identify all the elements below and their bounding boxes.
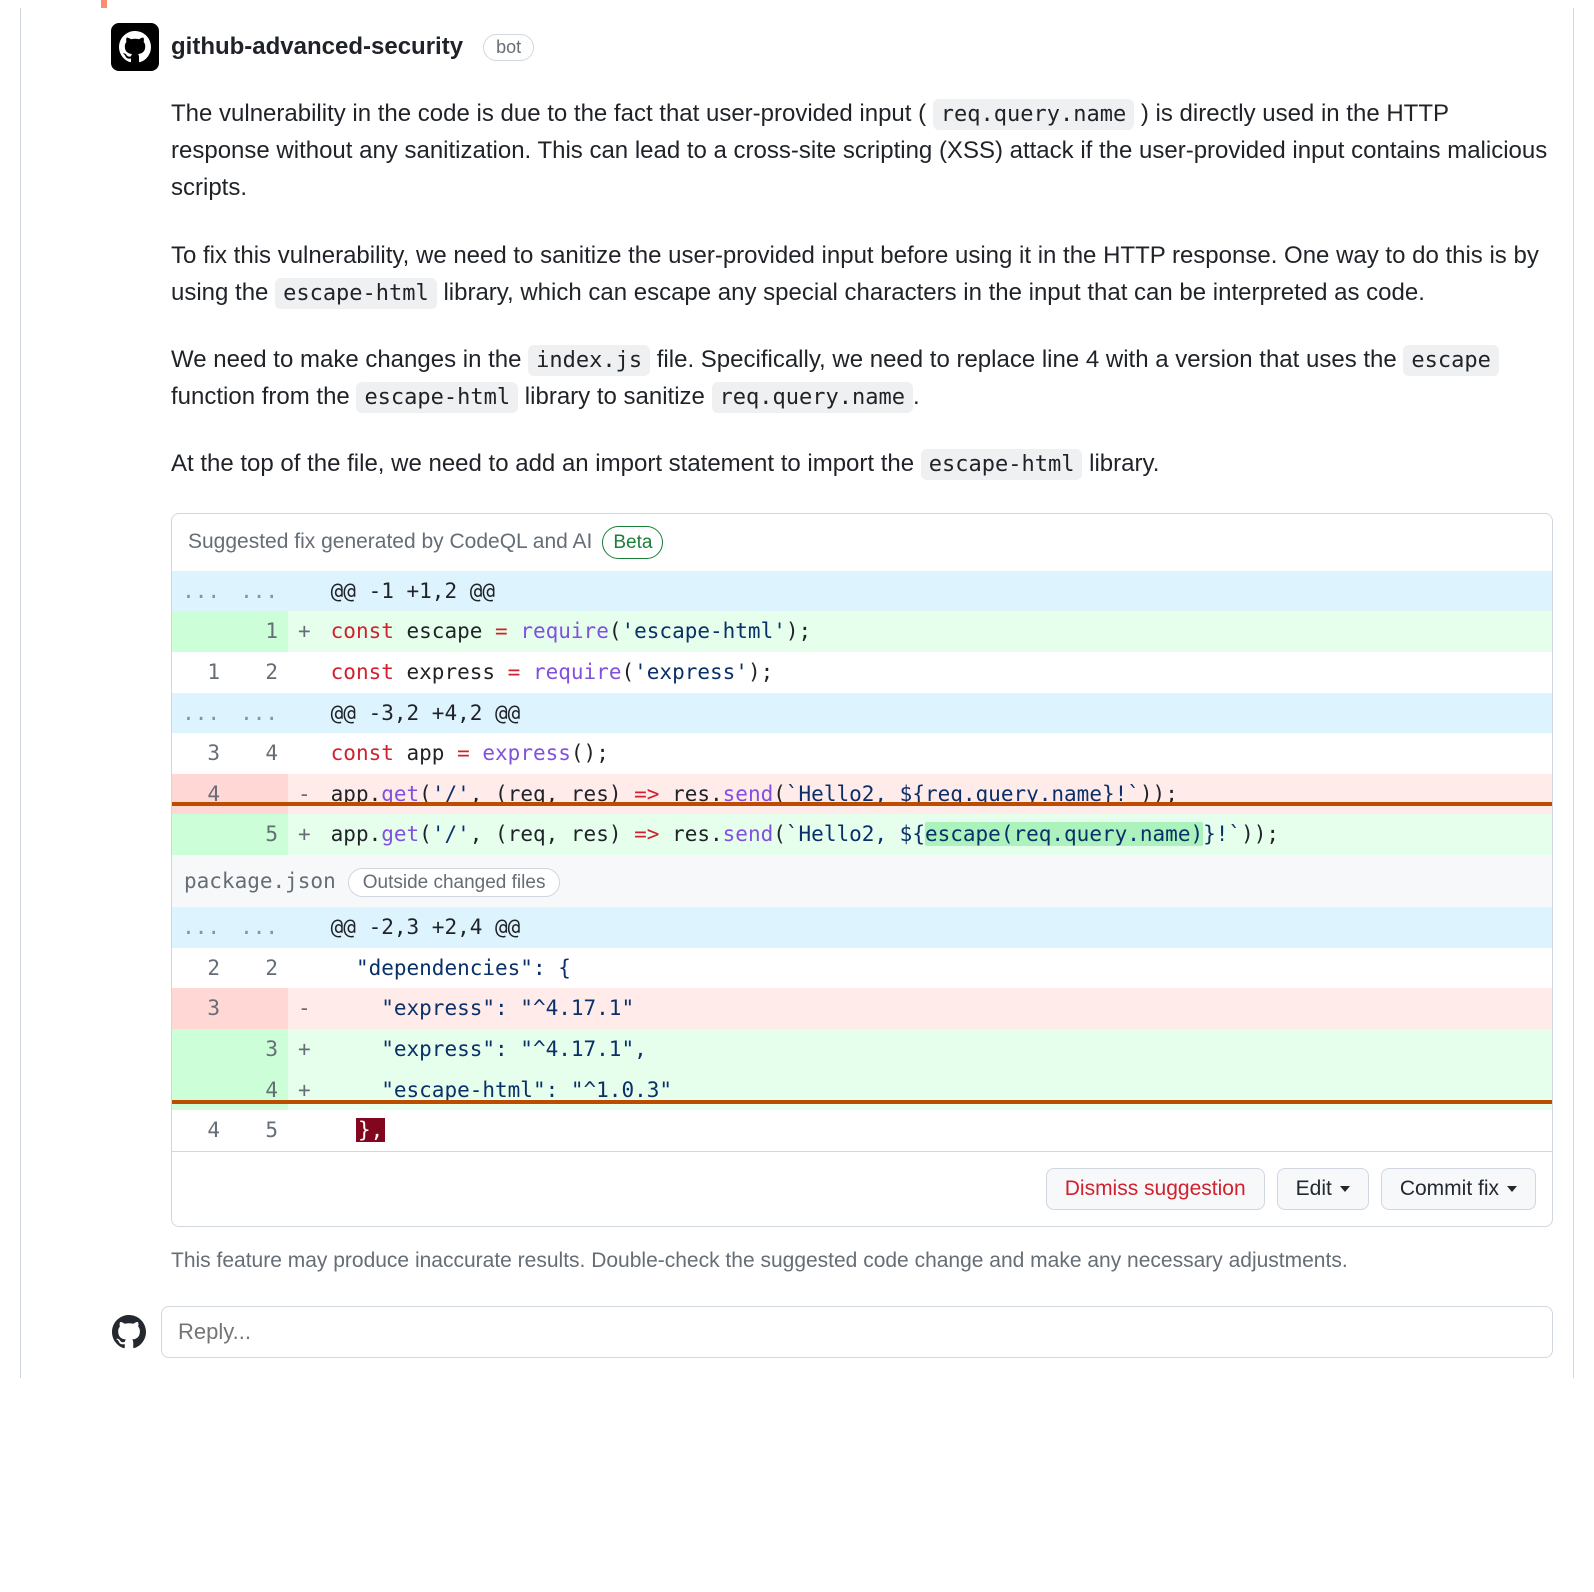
outside-changed-pill: Outside changed files (348, 868, 561, 897)
paragraph-3: We need to make changes in the index.js … (171, 341, 1553, 415)
bot-comment: github-advanced-security bot The vulnera… (111, 8, 1553, 1276)
diff-line-add: 4+ "escape-html": "^1.0.3" (172, 1070, 1552, 1111)
paragraph-2: To fix this vulnerability, we need to sa… (171, 237, 1553, 311)
chevron-down-icon (1507, 1186, 1517, 1192)
file-header: package.jsonOutside changed files (172, 855, 1552, 908)
inline-code: index.js (528, 345, 650, 376)
diff-line-add: 3+ "express": "^4.17.1", (172, 1029, 1552, 1070)
hunk-header: ......@@ -3,2 +4,2 @@ (172, 693, 1552, 734)
diff-line-ctx: 34const app = express(); (172, 733, 1552, 774)
paragraph-1: The vulnerability in the code is due to … (171, 95, 1553, 207)
commit-fix-button[interactable]: Commit fix (1381, 1168, 1536, 1210)
diff-line-ctx: 22 "dependencies": { (172, 948, 1552, 989)
beta-badge: Beta (602, 526, 663, 559)
reply-row (111, 1306, 1553, 1378)
edit-button[interactable]: Edit (1277, 1168, 1369, 1210)
diff-line-del: 4-app.get('/', (req, res) => res.send(`H… (172, 774, 1552, 815)
suggestion-actions: Dismiss suggestion Edit Commit fix (172, 1151, 1552, 1226)
comment-body: The vulnerability in the code is due to … (171, 95, 1553, 1227)
diff-index-js: ......@@ -1 +1,2 @@ 1+const escape = req… (172, 571, 1552, 1151)
diff-line-del: 3- "express": "^4.17.1" (172, 988, 1552, 1029)
inline-code: req.query.name (712, 382, 913, 413)
comment-thread: github-advanced-security bot The vulnera… (20, 8, 1574, 1378)
diff-line-add: 5+app.get('/', (req, res) => res.send(`H… (172, 814, 1552, 855)
diff-line-ctx: 12const express = require('express'); (172, 652, 1552, 693)
diff-line-add: 1+const escape = require('escape-html'); (172, 611, 1552, 652)
comment-header: github-advanced-security bot (111, 23, 1553, 71)
inline-code: escape-html (356, 382, 518, 413)
inline-code: escape (1403, 345, 1498, 376)
paragraph-4: At the top of the file, we need to add a… (171, 445, 1553, 482)
github-icon (111, 23, 159, 71)
octocat-icon (111, 1314, 147, 1350)
inline-code: escape-html (275, 278, 437, 309)
thread-indicator (101, 0, 107, 8)
inline-code: req.query.name (933, 99, 1134, 130)
disclaimer-text: This feature may produce inaccurate resu… (171, 1245, 1553, 1277)
chevron-down-icon (1340, 1186, 1350, 1192)
inline-code: escape-html (921, 449, 1083, 480)
author-name[interactable]: github-advanced-security (171, 33, 463, 61)
suggestion-box: Suggested fix generated by CodeQL and AI… (171, 513, 1553, 1227)
hunk-header: ......@@ -1 +1,2 @@ (172, 571, 1552, 612)
suggestion-title: Suggested fix generated by CodeQL and AI… (172, 514, 1552, 571)
bot-badge: bot (483, 34, 534, 61)
hunk-header: ......@@ -2,3 +2,4 @@ (172, 907, 1552, 948)
diff-line-ctx: 45 }, (172, 1110, 1552, 1151)
dismiss-suggestion-button[interactable]: Dismiss suggestion (1046, 1168, 1265, 1210)
reply-input[interactable] (161, 1306, 1553, 1358)
